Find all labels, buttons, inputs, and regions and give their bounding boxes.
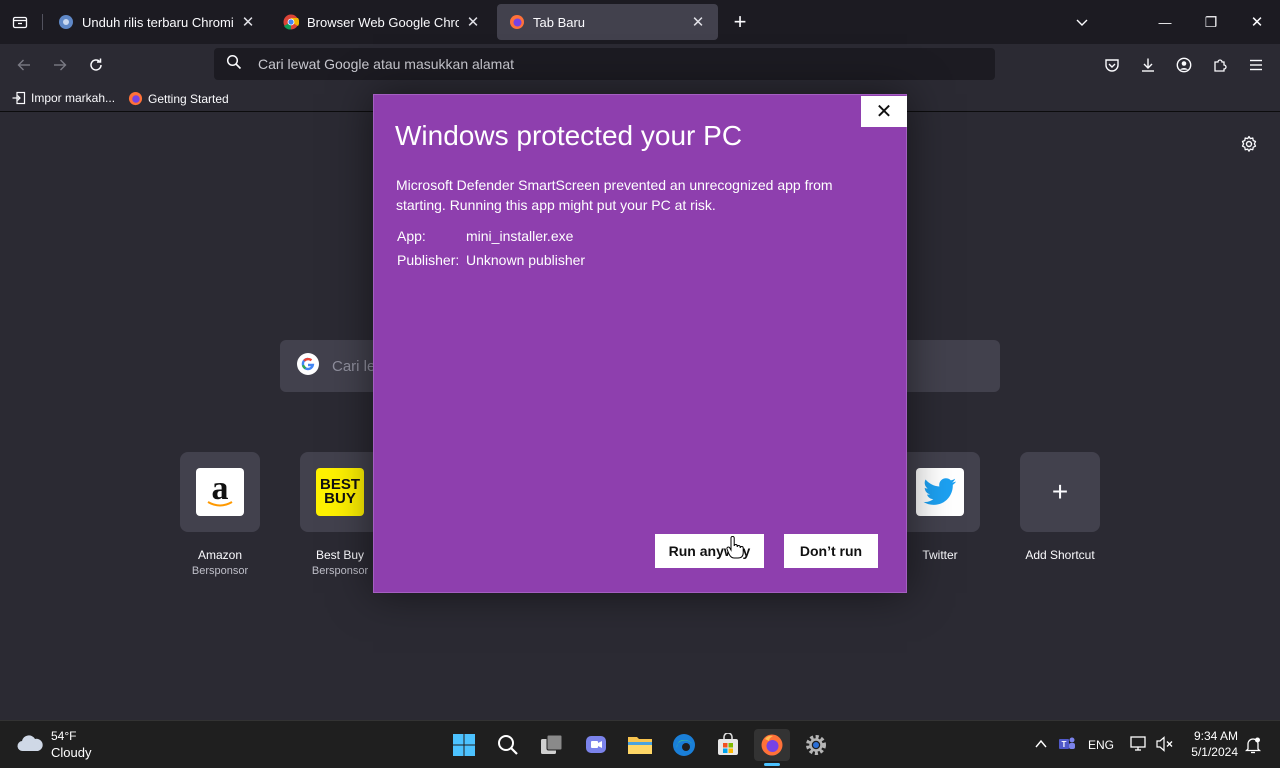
weather-description[interactable]: Cloudy	[51, 745, 91, 760]
weather-temperature[interactable]: 54°F	[51, 729, 76, 743]
teams-tray-icon[interactable]: T	[1058, 735, 1076, 758]
clock-date[interactable]: 5/1/2024	[1190, 745, 1238, 759]
restore-button[interactable]: ❐	[1195, 6, 1227, 38]
address-placeholder: Cari lewat Google atau masukkan alamat	[258, 56, 515, 72]
tab-title: Tab Baru	[533, 14, 586, 30]
new-tab-button[interactable]: +	[724, 6, 756, 38]
task-view-icon[interactable]	[536, 729, 568, 761]
teams-chat-icon[interactable]	[580, 729, 612, 761]
plus-icon: +	[1051, 476, 1069, 507]
tile-sponsored: Bersponsor	[311, 565, 369, 577]
dialog-message: Microsoft Defender SmartScreen prevented…	[396, 177, 833, 213]
account-icon[interactable]	[1168, 49, 1200, 81]
notifications-bell-icon[interactable]	[1244, 736, 1262, 759]
reload-icon[interactable]	[80, 49, 112, 81]
tab-close-icon[interactable]: ✕	[690, 13, 706, 31]
firefox-icon	[128, 91, 143, 106]
firefox-taskbar-icon[interactable]	[754, 729, 790, 761]
firefox-favicon-icon	[509, 14, 525, 30]
list-all-tabs-icon[interactable]	[1066, 6, 1098, 38]
hand-cursor-icon	[726, 536, 744, 559]
active-app-indicator	[764, 763, 780, 766]
language-indicator[interactable]: ENG	[1088, 738, 1114, 752]
publisher-row: Publisher: Unknown publisher	[397, 252, 585, 268]
extensions-icon[interactable]	[1204, 49, 1236, 81]
tile-label: Add Shortcut	[1025, 548, 1095, 562]
settings-gear-icon[interactable]	[1233, 128, 1265, 160]
tab-overview-icon[interactable]	[4, 6, 36, 38]
windows-taskbar: 54°F Cloudy T ENG 9:34 AM 5/1/2024	[0, 720, 1280, 768]
tab-new-tab[interactable]: Tab Baru ✕	[497, 4, 718, 40]
tab-close-icon[interactable]: ✕	[465, 13, 481, 31]
smartscreen-dialog: ✕ Windows protected your PC Microsoft De…	[373, 94, 907, 593]
dont-run-button[interactable]: Don’t run	[784, 534, 878, 568]
search-icon	[226, 54, 242, 75]
add-shortcut-tile[interactable]: + Add Shortcut	[1020, 452, 1100, 562]
network-icon[interactable]	[1130, 736, 1148, 757]
tab-separator	[42, 14, 43, 30]
show-hidden-icons-icon[interactable]	[1034, 737, 1048, 756]
microsoft-store-icon[interactable]	[712, 729, 744, 761]
tab-chromium[interactable]: Unduh rilis terbaru Chromium ( ✕	[46, 4, 268, 40]
tab-title: Unduh rilis terbaru Chromium (	[82, 14, 234, 30]
amazon-logo-icon: a	[196, 468, 244, 516]
publisher-label: Publisher:	[397, 252, 460, 268]
edge-icon[interactable]	[668, 729, 700, 761]
tile-label: Twitter	[922, 548, 958, 562]
shortcut-tile-amazon[interactable]: a Amazon Bersponsor	[180, 452, 260, 577]
chrome-favicon-icon	[283, 14, 300, 30]
best-buy-logo-icon: BEST BUY	[316, 468, 364, 516]
tab-strip: Unduh rilis terbaru Chromium ( ✕ Browser…	[0, 0, 1280, 44]
downloads-icon[interactable]	[1132, 49, 1164, 81]
tile-label: Best Buy	[315, 548, 365, 562]
bookmark-import[interactable]: Impor markah...	[12, 91, 115, 105]
settings-icon[interactable]	[800, 729, 832, 761]
tab-close-icon[interactable]: ✕	[240, 13, 256, 31]
shortcut-tile-best-buy[interactable]: BEST BUY Best Buy Bersponsor	[300, 452, 380, 577]
minimize-button[interactable]: —	[1149, 6, 1181, 38]
newtab-search-placeholder: Cari le	[332, 357, 376, 375]
close-window-button[interactable]: ✕	[1241, 6, 1273, 38]
tile-sponsored: Bersponsor	[191, 565, 249, 577]
twitter-logo-icon	[916, 468, 964, 516]
dialog-title: Windows protected your PC	[395, 120, 743, 151]
app-label: App:	[397, 228, 426, 244]
back-icon[interactable]	[8, 49, 40, 81]
tile-label: Amazon	[197, 548, 243, 562]
publisher-value: Unknown publisher	[466, 252, 586, 268]
cloud-icon	[16, 733, 44, 758]
pocket-icon[interactable]	[1096, 49, 1128, 81]
menu-icon[interactable]	[1240, 49, 1272, 81]
app-row: App: mini_installer.exe	[397, 228, 573, 244]
run-anyway-button[interactable]: Run anyway	[655, 534, 764, 568]
tab-title: Browser Web Google Chrome	[307, 14, 459, 30]
shortcut-tile-twitter[interactable]: Twitter	[900, 452, 980, 562]
windows-start-icon[interactable]	[448, 729, 480, 761]
search-icon[interactable]	[492, 729, 524, 761]
clock-time[interactable]: 9:34 AM	[1190, 729, 1238, 743]
svg-text:T: T	[1062, 740, 1067, 749]
bookmark-label: Impor markah...	[31, 91, 116, 105]
bookmark-label: Getting Started	[148, 91, 229, 106]
dialog-close-button[interactable]: ✕	[861, 96, 907, 127]
forward-icon[interactable]	[44, 49, 76, 81]
import-icon	[12, 91, 26, 105]
volume-muted-icon[interactable]	[1156, 736, 1174, 757]
file-explorer-icon[interactable]	[624, 729, 656, 761]
app-value: mini_installer.exe	[466, 228, 574, 244]
tab-chrome[interactable]: Browser Web Google Chrome ✕	[271, 4, 493, 40]
google-logo-icon	[296, 352, 320, 381]
bookmark-getting-started[interactable]: Getting Started	[128, 91, 229, 106]
chromium-favicon-icon	[58, 14, 74, 30]
address-bar[interactable]: Cari lewat Google atau masukkan alamat	[214, 48, 995, 80]
